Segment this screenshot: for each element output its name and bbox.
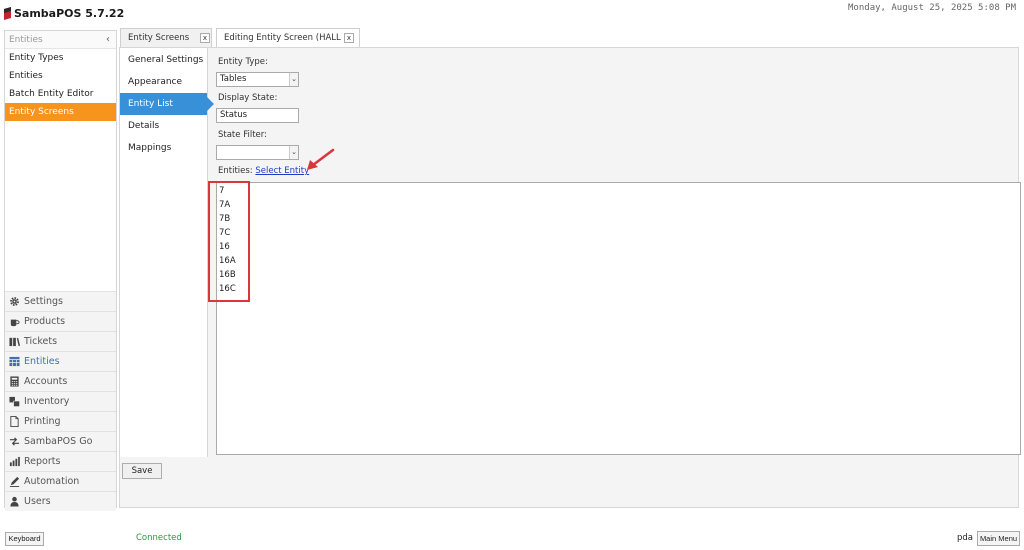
list-item[interactable]: 16 [219, 240, 230, 254]
nav-label: Automation [24, 476, 80, 487]
sambapos-logo-icon [4, 7, 11, 20]
nav-sambapos-go[interactable]: SambaPOS Go [5, 431, 116, 451]
entity-list-editor: Entity Type: Tables ⌄ Display State: Sta… [208, 48, 1021, 457]
table-grid-icon [9, 356, 20, 367]
nav-label: Reports [24, 456, 61, 467]
sidebar-item-entities[interactable]: Entities [5, 67, 116, 85]
nav-reports[interactable]: Reports [5, 451, 116, 471]
nav-inventory[interactable]: Inventory [5, 391, 116, 411]
nav-printing[interactable]: Printing [5, 411, 116, 431]
chevron-down-icon[interactable]: ⌄ [289, 73, 298, 86]
sidebar-item-entity-types[interactable]: Entity Types [5, 49, 116, 67]
sidebar-item-entity-screens[interactable]: Entity Screens [5, 103, 116, 121]
status-bar: Keyboard Connected pda Main Menu [0, 527, 1024, 550]
section-mappings[interactable]: Mappings [120, 137, 207, 159]
gear-icon [10, 297, 19, 306]
nav-label: Products [24, 316, 66, 327]
list-item[interactable]: 7 [219, 184, 224, 198]
nav-label: Tickets [24, 336, 58, 347]
tab-label: Editing Entity Screen (HALL B) [224, 33, 353, 43]
entities-label: Entities: [218, 166, 253, 176]
red-arrow-annotation [307, 148, 335, 170]
tab-label: Entity Screens [128, 33, 190, 43]
section-general-settings[interactable]: General Settings [120, 49, 207, 71]
user-icon [10, 496, 19, 507]
save-button[interactable]: Save [122, 463, 162, 479]
display-state-value: Status [220, 110, 248, 120]
collapse-icon[interactable]: ‹ [106, 31, 110, 49]
document-icon [10, 416, 19, 427]
nav-products[interactable]: Products [5, 311, 116, 331]
app-title: SambaPOS 5.7.22 [14, 7, 125, 20]
tab-editing-entity-screen[interactable]: Editing Entity Screen (HALL B) x [216, 28, 360, 48]
entities-list[interactable]: 7 7A 7B 7C 16 16A 16B 16C [208, 181, 1021, 455]
close-icon[interactable]: x [344, 33, 354, 43]
connection-status: Connected [136, 533, 182, 543]
list-item[interactable]: 7C [219, 226, 230, 240]
current-user: pda [957, 533, 973, 543]
nav-label: Settings [24, 296, 63, 307]
entity-type-value: Tables [220, 74, 247, 84]
sidebar-header: Entities ‹ [5, 31, 116, 49]
nav-automation[interactable]: Automation [5, 471, 116, 491]
inventory-icon [9, 396, 20, 407]
chevron-down-icon[interactable]: ⌄ [289, 146, 298, 159]
main-panel: General Settings Appearance Entity List … [119, 47, 1021, 508]
entity-type-label: Entity Type: [218, 57, 268, 67]
calculator-icon [10, 376, 19, 387]
keyboard-button[interactable]: Keyboard [5, 532, 44, 546]
nav-label: Accounts [24, 376, 68, 387]
sidebar: Entities ‹ Entity Types Entities Batch E… [4, 30, 117, 511]
nav-accounts[interactable]: Accounts [5, 371, 116, 391]
nav-tickets[interactable]: Tickets [5, 331, 116, 351]
section-appearance[interactable]: Appearance [120, 71, 207, 93]
datetime-display: Monday, August 25, 2025 5:08 PM [848, 3, 1016, 13]
list-item[interactable]: 16B [219, 268, 236, 282]
nav-settings[interactable]: Settings [5, 291, 116, 311]
arrows-icon [9, 437, 20, 446]
entities-field: Entities: Select Entity [218, 166, 309, 176]
main-menu-button[interactable]: Main Menu [977, 531, 1020, 546]
nav-label: Users [24, 496, 51, 507]
display-state-input[interactable]: Status [216, 108, 299, 123]
select-entity-link[interactable]: Select Entity [255, 166, 309, 176]
title-bar: SambaPOS 5.7.22 Monday, August 25, 2025 … [0, 0, 1024, 28]
bar-chart-icon [9, 456, 20, 467]
list-item[interactable]: 16A [219, 254, 236, 268]
section-details[interactable]: Details [120, 115, 207, 137]
display-state-label: Display State: [218, 93, 278, 103]
nav-label: Entities [24, 356, 60, 367]
nav-entities[interactable]: Entities [5, 351, 116, 371]
close-icon[interactable]: x [200, 33, 210, 43]
main-nav: Settings Products Tickets Entities Accou… [5, 291, 116, 511]
state-filter-label: State Filter: [218, 130, 267, 140]
sidebar-item-batch-entity-editor[interactable]: Batch Entity Editor [5, 85, 116, 103]
section-nav: General Settings Appearance Entity List … [120, 48, 214, 457]
list-item[interactable]: 16C [219, 282, 236, 296]
nav-label: Printing [24, 416, 61, 427]
coffee-cup-icon [10, 319, 20, 327]
entity-type-select[interactable]: Tables ⌄ [216, 72, 299, 87]
sidebar-header-label: Entities [9, 35, 43, 45]
state-filter-select[interactable]: ⌄ [216, 145, 299, 160]
nav-label: SambaPOS Go [24, 436, 93, 447]
section-entity-list[interactable]: Entity List [120, 93, 214, 115]
list-item[interactable]: 7B [219, 212, 230, 226]
nav-label: Inventory [24, 396, 70, 407]
nav-users[interactable]: Users [5, 491, 116, 511]
tickets-icon [9, 337, 20, 347]
list-item[interactable]: 7A [219, 198, 230, 212]
tab-entity-screens[interactable]: Entity Screens x [120, 28, 212, 47]
pencil-icon [9, 476, 20, 487]
